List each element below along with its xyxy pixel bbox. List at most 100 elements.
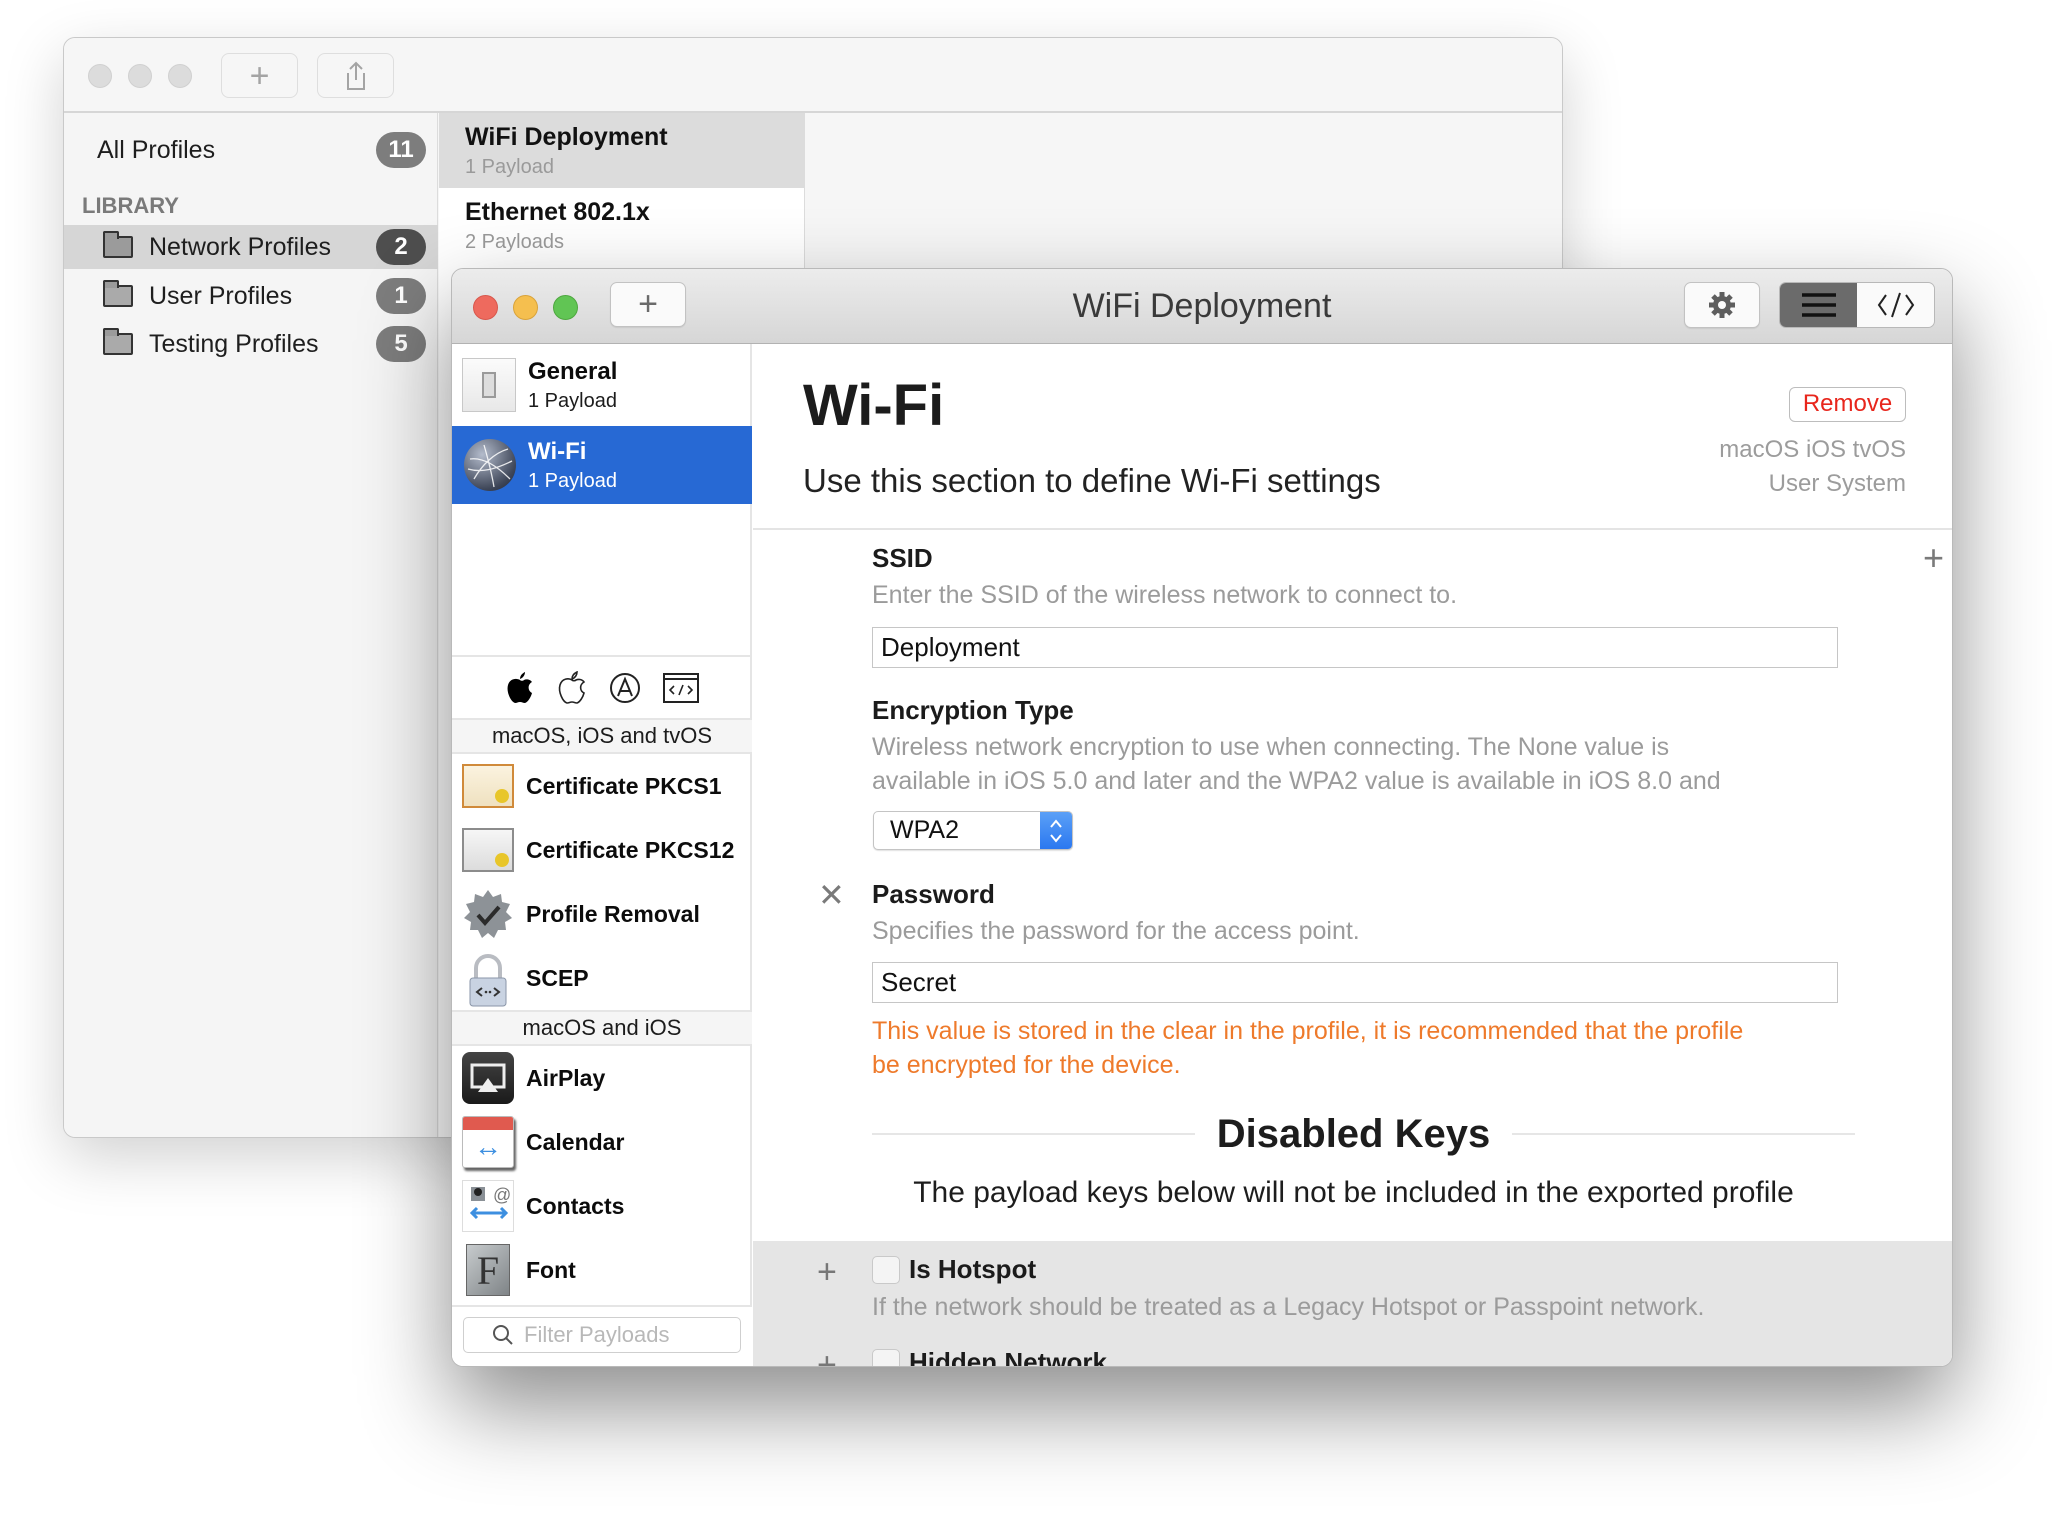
remove-key-x-icon[interactable]: ✕	[818, 879, 845, 911]
library-item-contacts[interactable]: @ Contacts	[452, 1174, 752, 1238]
profile-row-wifi-deployment[interactable]: WiFi Deployment 1 Payload	[439, 113, 805, 188]
folder-icon	[103, 280, 133, 307]
sidebar-item-label: Network Profiles	[149, 232, 331, 261]
plus-icon: +	[249, 56, 270, 95]
profile-row-ethernet[interactable]: Ethernet 802.1x 2 Payloads	[439, 188, 805, 263]
library-item-scep[interactable]: SCEP	[452, 946, 752, 1010]
add-key-plus-icon[interactable]: +	[1923, 537, 1944, 579]
sidebar-item-testing-profiles[interactable]: Testing Profiles 5	[64, 322, 438, 366]
profile-editor-window: WiFi Deployment + General 1 Payload Wi-F…	[451, 268, 1953, 1367]
remove-payload-button[interactable]: Remove	[1789, 387, 1906, 422]
hidden-network-checkbox[interactable]	[872, 1349, 900, 1366]
password-warning-line2: be encrypted for the device.	[872, 1051, 1181, 1079]
editor-titlebar: WiFi Deployment +	[452, 269, 1952, 344]
general-switch-icon	[462, 358, 516, 412]
is-hotspot-description: If the network should be treated as a Le…	[872, 1293, 1705, 1321]
hidden-network-label: Hidden Network	[909, 1347, 1107, 1367]
svg-text:@: @	[493, 1185, 511, 1205]
password-input[interactable]: Secret	[872, 962, 1838, 1003]
sidebar-item-user-profiles[interactable]: User Profiles 1	[64, 274, 438, 318]
library-item-calendar[interactable]: ↔ Calendar	[452, 1110, 752, 1174]
zoom-button[interactable]	[168, 64, 192, 88]
tvos-icon[interactable]	[609, 672, 641, 704]
minimize-button[interactable]	[128, 64, 152, 88]
minimize-button[interactable]	[513, 295, 538, 320]
chevron-up-down-icon	[1040, 812, 1072, 849]
profile-title: WiFi Deployment	[465, 122, 668, 151]
library-item-label: AirPlay	[526, 1064, 606, 1091]
library-item-profile-removal[interactable]: Profile Removal	[452, 882, 752, 946]
payload-heading: Wi-Fi	[803, 373, 945, 438]
count-badge: 5	[376, 326, 426, 362]
encryption-type-popup[interactable]: WPA2	[873, 811, 1073, 850]
is-hotspot-checkbox[interactable]	[872, 1256, 900, 1284]
macos-icon[interactable]	[505, 671, 535, 705]
calendar-icon: ↔	[462, 1116, 514, 1168]
search-icon	[493, 1325, 513, 1345]
payload-subtitle: 1 Payload	[528, 389, 617, 412]
zoom-button[interactable]	[553, 295, 578, 320]
add-payload-button[interactable]: +	[610, 282, 686, 327]
supported-platforms: macOS iOS tvOS	[1719, 436, 1906, 463]
filter-payloads-input[interactable]: Filter Payloads	[463, 1317, 741, 1353]
settings-button[interactable]	[1684, 282, 1760, 328]
library-sidebar: All Profiles 11 LIBRARY Network Profiles…	[64, 113, 438, 1137]
sidebar-item-label: User Profiles	[149, 281, 293, 310]
count-badge: 1	[376, 278, 426, 314]
ssid-input[interactable]: Deployment	[872, 627, 1838, 668]
payload-row-wifi[interactable]: Wi-Fi 1 Payload	[452, 426, 752, 504]
payload-editor: Wi-Fi Use this section to define Wi-Fi s…	[753, 344, 1952, 1367]
supported-scope: User System	[1768, 470, 1906, 497]
folder-icon	[103, 328, 133, 355]
filter-placeholder: Filter Payloads	[524, 1322, 670, 1347]
add-profile-button[interactable]: +	[221, 53, 298, 98]
payload-title: General	[528, 357, 618, 385]
password-description: Specifies the password for the access po…	[872, 917, 1360, 945]
all-profiles-label: All Profiles	[97, 135, 216, 164]
enable-key-plus-icon[interactable]: +	[817, 1253, 837, 1292]
payload-sidebar: General 1 Payload Wi-Fi 1 Payload macOS,…	[452, 344, 752, 1366]
payload-row-general[interactable]: General 1 Payload	[452, 344, 752, 426]
sidebar-item-network-profiles[interactable]: Network Profiles 2	[64, 225, 438, 269]
plus-icon: +	[638, 285, 658, 323]
lock-icon	[462, 952, 514, 1007]
library-item-certificate-pkcs1[interactable]: Certificate PKCS1	[452, 754, 752, 818]
custom-icon[interactable]	[663, 673, 699, 703]
list-icon	[1801, 293, 1836, 317]
enable-key-plus-icon[interactable]: +	[817, 1346, 837, 1366]
library-section-header: LIBRARY	[82, 193, 179, 218]
checkmark-badge-icon	[462, 888, 514, 940]
editor-view-segment[interactable]	[1780, 283, 1857, 327]
font-book-icon: F	[466, 1244, 510, 1296]
source-view-segment[interactable]	[1857, 283, 1934, 327]
ios-icon[interactable]	[557, 671, 587, 705]
encryption-description-line2: available in iOS 5.0 and later and the W…	[872, 767, 1721, 795]
platform-filter-bar	[452, 655, 752, 719]
group-header-macos-ios-tvos: macOS, iOS and tvOS	[452, 718, 752, 754]
ssid-label: SSID	[872, 543, 933, 573]
network-globe-icon	[464, 439, 516, 491]
library-item-label: Contacts	[526, 1192, 625, 1219]
count-badge: 2	[376, 229, 426, 265]
library-item-label: Certificate PKCS12	[526, 836, 735, 863]
all-profiles-count-badge: 11	[376, 132, 426, 168]
library-item-certificate-pkcs12[interactable]: Certificate PKCS12	[452, 818, 752, 882]
close-button[interactable]	[88, 64, 112, 88]
folder-icon	[103, 231, 133, 258]
library-item-font[interactable]: F Font	[452, 1238, 752, 1302]
sidebar-item-all-profiles[interactable]: All Profiles 11	[64, 125, 438, 175]
payload-title: Wi-Fi	[528, 437, 587, 465]
close-button[interactable]	[473, 295, 498, 320]
library-item-label: SCEP	[526, 964, 589, 991]
library-item-airplay[interactable]: AirPlay	[452, 1046, 752, 1110]
share-button[interactable]	[317, 53, 394, 98]
code-icon	[1877, 292, 1914, 318]
encryption-type-label: Encryption Type	[872, 695, 1074, 725]
certificate-icon	[462, 828, 514, 872]
airplay-icon	[462, 1052, 514, 1104]
is-hotspot-label: Is Hotspot	[909, 1254, 1037, 1284]
payload-subtitle: 1 Payload	[528, 469, 617, 492]
library-item-label: Calendar	[526, 1128, 625, 1155]
library-item-label: Certificate PKCS1	[526, 772, 722, 799]
disabled-keys-subtitle: The payload keys below will not be inclu…	[913, 1176, 1794, 1209]
